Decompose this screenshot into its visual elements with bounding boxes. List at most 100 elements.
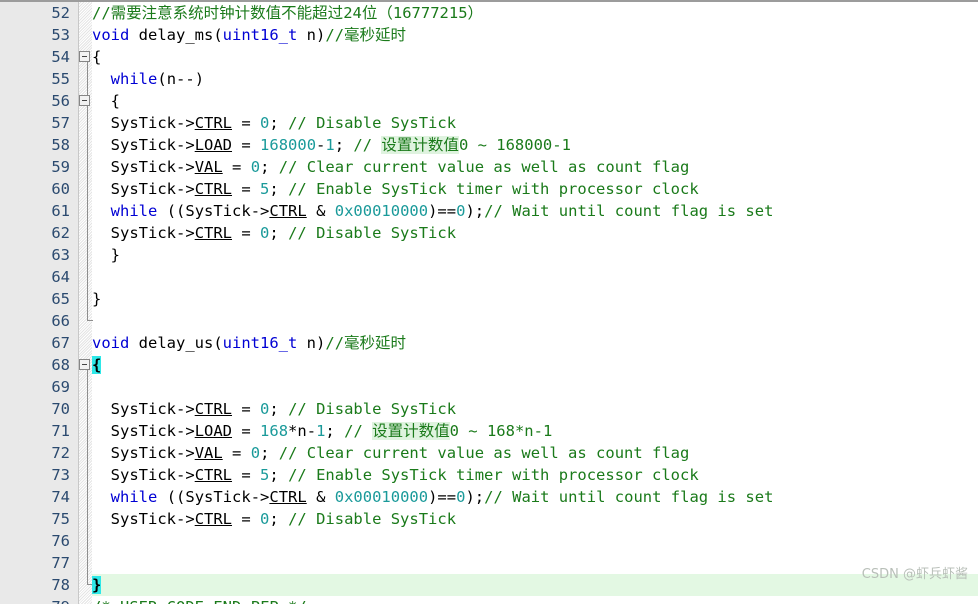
line-number: 77 (51, 554, 70, 572)
line-background (92, 266, 978, 288)
code-text[interactable]: SysTick->CTRL = 0; // Disable SysTick (92, 222, 456, 244)
code-text[interactable]: { (92, 46, 101, 68)
code-lines-container[interactable]: 52 //需要注意系统时钟计数值不能超过24位（16777215） 53 void d… (0, 2, 978, 604)
fold-collapse-icon[interactable] (79, 359, 90, 370)
fold-guide-line (87, 530, 88, 552)
fold-guide-line (87, 310, 93, 321)
fold-collapse-icon[interactable] (79, 95, 90, 106)
line-number: 66 (51, 312, 70, 330)
code-line[interactable]: 58 SysTick->LOAD = 168000-1; // 设置计数值0 ~… (0, 134, 978, 156)
line-number: 54 (51, 48, 70, 66)
code-text[interactable]: void delay_ms(uint16_t n)//毫秒延时 (92, 24, 406, 46)
code-text[interactable]: } (92, 244, 120, 266)
code-line[interactable]: 60 SysTick->CTRL = 5; // Enable SysTick … (0, 178, 978, 200)
fold-guide-line (87, 464, 88, 486)
code-line[interactable]: 74 while ((SysTick->CTRL & 0x00010000)==… (0, 486, 978, 508)
code-line[interactable]: 59 SysTick->VAL = 0; // Clear current va… (0, 156, 978, 178)
fold-guide-line (87, 442, 88, 464)
fold-guide-line (87, 508, 88, 530)
code-text[interactable]: SysTick->CTRL = 0; // Disable SysTick (92, 398, 456, 420)
code-line[interactable]: 76 (0, 530, 978, 552)
line-background (92, 68, 978, 90)
line-number: 74 (51, 488, 70, 506)
code-line[interactable]: 57 SysTick->CTRL = 0; // Disable SysTick (0, 112, 978, 134)
code-line[interactable]: 62 SysTick->CTRL = 0; // Disable SysTick (0, 222, 978, 244)
line-background (92, 310, 978, 332)
code-line[interactable]: 73 SysTick->CTRL = 5; // Enable SysTick … (0, 464, 978, 486)
line-number: 69 (51, 378, 70, 396)
fold-guide-line (87, 178, 88, 200)
code-text[interactable]: SysTick->LOAD = 168*n-1; // 设置计数值0 ~ 168… (92, 420, 552, 442)
code-line[interactable]: 65} (0, 288, 978, 310)
line-background (92, 244, 978, 266)
code-text[interactable]: SysTick->VAL = 0; // Clear current value… (92, 156, 690, 178)
code-text[interactable]: while(n--) (92, 68, 204, 90)
code-line[interactable]: 53 void delay_ms(uint16_t n)//毫秒延时 (0, 24, 978, 46)
code-line[interactable]: 56 { (0, 90, 978, 112)
code-text[interactable]: SysTick->LOAD = 168000-1; // 设置计数值0 ~ 16… (92, 134, 571, 156)
code-text[interactable]: /* USER CODE END PFP */ (92, 596, 307, 604)
fold-guide-line (87, 574, 93, 585)
code-text[interactable]: { (92, 90, 120, 112)
code-text[interactable]: SysTick->VAL = 0; // Clear current value… (92, 442, 690, 464)
fold-guide-line (87, 68, 88, 90)
code-line[interactable]: 79 /* USER CODE END PFP */ (0, 596, 978, 604)
fold-collapse-icon[interactable] (79, 51, 90, 62)
code-text[interactable]: } (92, 574, 102, 596)
fold-guide-line (87, 288, 88, 310)
line-background (92, 288, 978, 310)
code-line[interactable]: 54 { (0, 46, 978, 68)
fold-guide-line (87, 266, 88, 288)
fold-guide-line (87, 156, 88, 178)
line-number: 65 (51, 290, 70, 308)
line-number: 53 (51, 26, 70, 44)
code-text[interactable]: SysTick->CTRL = 0; // Disable SysTick (92, 112, 456, 134)
code-line[interactable]: 67 void delay_us(uint16_t n)//毫秒延时 (0, 332, 978, 354)
line-background (92, 46, 978, 68)
line-number: 70 (51, 400, 70, 418)
line-background (92, 376, 978, 398)
code-editor[interactable]: 52 //需要注意系统时钟计数值不能超过24位（16777215） 53 void d… (0, 0, 978, 604)
code-line[interactable]: 68 { (0, 354, 978, 376)
code-line[interactable]: 66 (0, 310, 978, 332)
code-text[interactable]: } (92, 288, 101, 310)
line-background (92, 552, 978, 574)
line-number: 79 (0, 596, 70, 604)
code-line[interactable]: 70 SysTick->CTRL = 0; // Disable SysTick (0, 398, 978, 420)
line-number: 61 (51, 202, 70, 220)
code-text[interactable]: { (92, 354, 102, 376)
code-text[interactable]: SysTick->CTRL = 5; // Enable SysTick tim… (92, 464, 699, 486)
code-line[interactable]: 64 (0, 266, 978, 288)
line-number: 76 (51, 532, 70, 550)
code-line[interactable]: 78} (0, 574, 978, 596)
line-number: 59 (51, 158, 70, 176)
fold-guide-line (87, 244, 88, 266)
fold-guide-line (87, 112, 88, 134)
code-text[interactable]: //需要注意系统时钟计数值不能超过24位（16777215） (92, 2, 483, 24)
code-line[interactable]: 77 (0, 552, 978, 574)
code-line[interactable]: 52 //需要注意系统时钟计数值不能超过24位（16777215） (0, 2, 978, 24)
code-text[interactable]: while ((SysTick->CTRL & 0x00010000)==0);… (92, 200, 774, 222)
code-line[interactable]: 55 while(n--) (0, 68, 978, 90)
fold-guide-line (87, 222, 88, 244)
line-background (92, 90, 978, 112)
fold-guide-line (87, 200, 88, 222)
code-text[interactable]: void delay_us(uint16_t n)//毫秒延时 (92, 332, 406, 354)
line-number: 62 (51, 224, 70, 242)
code-line[interactable]: 69 (0, 376, 978, 398)
line-number: 58 (51, 136, 70, 154)
fold-guide-line (87, 420, 88, 442)
code-line[interactable]: 75 SysTick->CTRL = 0; // Disable SysTick (0, 508, 978, 530)
code-line[interactable]: 71 SysTick->LOAD = 168*n-1; // 设置计数值0 ~ … (0, 420, 978, 442)
line-number: 78 (51, 576, 70, 594)
code-line[interactable]: 61 while ((SysTick->CTRL & 0x00010000)==… (0, 200, 978, 222)
code-line[interactable]: 63 } (0, 244, 978, 266)
code-text[interactable]: while ((SysTick->CTRL & 0x00010000)==0);… (92, 486, 774, 508)
line-background (92, 530, 978, 552)
line-number: 52 (51, 4, 70, 22)
fold-guide-line (87, 398, 88, 420)
code-text[interactable]: SysTick->CTRL = 5; // Enable SysTick tim… (92, 178, 699, 200)
code-text[interactable]: SysTick->CTRL = 0; // Disable SysTick (92, 508, 456, 530)
code-line[interactable]: 72 SysTick->VAL = 0; // Clear current va… (0, 442, 978, 464)
line-background (92, 574, 978, 596)
